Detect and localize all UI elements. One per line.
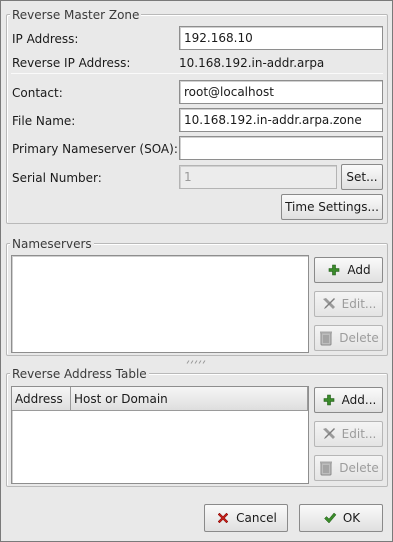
plus-icon	[321, 392, 337, 408]
nameservers-list[interactable]	[11, 255, 309, 353]
reverse-address-table[interactable]: Address Host or Domain	[11, 386, 309, 484]
nameserver-edit-label: Edit...	[341, 297, 377, 311]
pane-resize-grip[interactable]	[185, 360, 209, 364]
primary-nameserver-label: Primary Nameserver (SOA):	[12, 142, 178, 156]
reverse-ip-address-label: Reverse IP Address:	[12, 56, 131, 70]
column-header-host-or-domain[interactable]: Host or Domain	[71, 387, 308, 411]
file-name-label: File Name:	[12, 114, 76, 128]
address-add-button[interactable]: Add...	[314, 387, 383, 413]
address-edit-button[interactable]: Edit...	[314, 421, 383, 447]
address-delete-button[interactable]: Delete	[314, 455, 383, 481]
nameserver-delete-label: Delete	[339, 331, 379, 345]
x-icon	[215, 510, 231, 526]
reverse-address-table-title: Reverse Address Table	[10, 367, 149, 381]
serial-number-label: Serial Number:	[12, 171, 102, 185]
time-settings-label: Time Settings...	[285, 200, 379, 214]
reverse-master-zone-dialog: Reverse Master Zone IP Address: Reverse …	[0, 0, 393, 542]
nameservers-title: Nameservers	[10, 237, 94, 251]
tools-icon	[321, 426, 337, 442]
nameserver-delete-button[interactable]: Delete	[314, 325, 383, 351]
ok-label: OK	[342, 511, 361, 525]
contact-input[interactable]	[179, 80, 383, 104]
nameserver-add-label: Add	[347, 263, 371, 277]
plus-icon	[326, 262, 342, 278]
zone-separator	[11, 73, 383, 74]
reverse-master-zone-title: Reverse Master Zone	[10, 8, 142, 22]
cancel-label: Cancel	[236, 511, 277, 525]
checkmark-icon	[322, 510, 338, 526]
primary-nameserver-input[interactable]	[179, 136, 383, 160]
tools-icon	[321, 296, 337, 312]
serial-number-input	[179, 165, 337, 189]
address-delete-label: Delete	[339, 461, 379, 475]
trash-icon	[318, 460, 334, 476]
cancel-button[interactable]: Cancel	[204, 504, 288, 532]
file-name-input[interactable]	[179, 108, 383, 132]
ip-address-label: IP Address:	[12, 32, 79, 46]
reverse-ip-address-value: 10.168.192.in-addr.arpa	[179, 56, 325, 70]
set-serial-button[interactable]: Set...	[341, 164, 383, 190]
ip-address-input[interactable]	[179, 26, 383, 50]
address-add-label: Add...	[341, 393, 377, 407]
trash-icon	[318, 330, 334, 346]
nameserver-edit-button[interactable]: Edit...	[314, 291, 383, 317]
time-settings-button[interactable]: Time Settings...	[281, 194, 383, 220]
nameserver-add-button[interactable]: Add	[314, 257, 383, 283]
ok-button[interactable]: OK	[299, 504, 383, 532]
column-header-address[interactable]: Address	[12, 387, 71, 411]
contact-label: Contact:	[12, 86, 63, 100]
set-serial-label: Set...	[346, 170, 378, 184]
address-edit-label: Edit...	[341, 427, 377, 441]
